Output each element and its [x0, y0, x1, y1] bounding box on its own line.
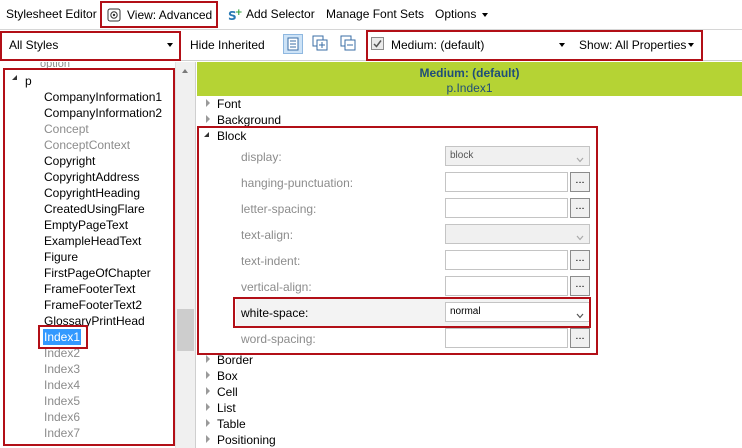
medium-checkbox[interactable] [371, 37, 384, 50]
collapsed-triangle-icon[interactable] [206, 115, 210, 123]
tree-item[interactable]: Index7 [44, 425, 80, 441]
collapsed-triangle-icon[interactable] [206, 435, 210, 443]
scrollbar-thumb[interactable] [177, 309, 194, 351]
options-menu[interactable]: Options [435, 7, 476, 21]
tree-item[interactable]: FirstPageOfChapter [44, 265, 151, 281]
show-value: Show: All Properties [579, 38, 687, 52]
tree-item[interactable]: Index6 [44, 409, 80, 425]
tree-item[interactable]: Copyright [44, 153, 95, 169]
tree-item[interactable]: CreatedUsingFlare [44, 201, 145, 217]
section-font[interactable]: Font [217, 96, 241, 112]
section-box[interactable]: Box [217, 368, 238, 384]
tree-item[interactable]: ExampleHeadText [44, 233, 141, 249]
hide-inherited-button[interactable]: Hide Inherited [190, 38, 265, 52]
expand-all-icon [312, 35, 328, 51]
main-toolbar: Stylesheet Editor View: Advanced S + Add … [0, 0, 742, 30]
tree-item[interactable]: Concept [44, 121, 89, 137]
medium-value: Medium: (default) [391, 38, 485, 52]
tree-item[interactable]: CompanyInformation2 [44, 105, 162, 121]
chevron-down-icon [688, 43, 694, 47]
tree-item[interactable]: Figure [44, 249, 78, 265]
list-view-icon [287, 37, 299, 51]
panel-header: Medium: (default) p.Index1 [197, 62, 742, 96]
tree-item[interactable]: Index4 [44, 377, 80, 393]
tree-item[interactable]: EmptyPageText [44, 217, 128, 233]
tree-item[interactable]: Index5 [44, 393, 80, 409]
tree-item[interactable]: ConceptContext [44, 137, 130, 153]
tree-highlight [3, 68, 175, 446]
styles-filter-select[interactable]: All Styles [2, 34, 178, 56]
add-selector-icon: S + [228, 8, 243, 23]
view-advanced-label: View: Advanced [127, 8, 213, 22]
tree-expanded-icon[interactable] [12, 75, 17, 80]
styles-filter-value: All Styles [9, 38, 59, 52]
check-icon [373, 40, 382, 48]
tree-item[interactable]: FrameFooterText [44, 281, 135, 297]
medium-select[interactable]: Medium: (default) [388, 33, 568, 57]
tree-item[interactable]: CopyrightHeading [44, 185, 140, 201]
tree-scrollbar[interactable] [175, 62, 195, 448]
view-icon [107, 8, 121, 22]
collapsed-triangle-icon[interactable] [206, 387, 210, 395]
tree-item[interactable]: Index3 [44, 361, 80, 377]
tree-item[interactable]: CompanyInformation1 [44, 89, 162, 105]
collapsed-triangle-icon[interactable] [206, 99, 210, 107]
stylesheet-editor-title: Stylesheet Editor [6, 7, 97, 21]
section-positioning[interactable]: Positioning [217, 432, 276, 448]
tree-item[interactable]: CopyrightAddress [44, 169, 139, 185]
svg-text:+: + [235, 8, 242, 18]
view-advanced-button[interactable]: View: Advanced [100, 1, 218, 28]
tree-root-p[interactable]: p [25, 74, 32, 88]
collapsed-triangle-icon[interactable] [206, 355, 210, 363]
chevron-down-icon [559, 43, 565, 47]
collapsed-triangle-icon[interactable] [206, 371, 210, 379]
section-cell[interactable]: Cell [217, 384, 238, 400]
section-table[interactable]: Table [217, 416, 246, 432]
white-space-highlight [233, 297, 591, 328]
add-selector-button[interactable]: Add Selector [246, 7, 315, 21]
section-list[interactable]: List [217, 400, 236, 416]
options-caret-icon [482, 13, 488, 17]
chevron-down-icon [167, 43, 173, 47]
collapse-all-icon [340, 35, 356, 51]
show-properties-select[interactable]: Show: All Properties [575, 33, 699, 57]
panel-selector-title: p.Index1 [446, 81, 493, 95]
expand-all-button[interactable] [311, 34, 331, 54]
index1-highlight [38, 325, 88, 349]
collapse-all-button[interactable] [339, 34, 359, 54]
scroll-up-icon[interactable] [182, 69, 188, 73]
collapsed-triangle-icon[interactable] [206, 419, 210, 427]
list-view-toggle[interactable] [283, 34, 303, 54]
manage-font-sets-button[interactable]: Manage Font Sets [326, 7, 424, 21]
collapsed-triangle-icon[interactable] [206, 403, 210, 411]
tree-item[interactable]: FrameFooterText2 [44, 297, 142, 313]
panel-medium-title: Medium: (default) [419, 66, 520, 80]
